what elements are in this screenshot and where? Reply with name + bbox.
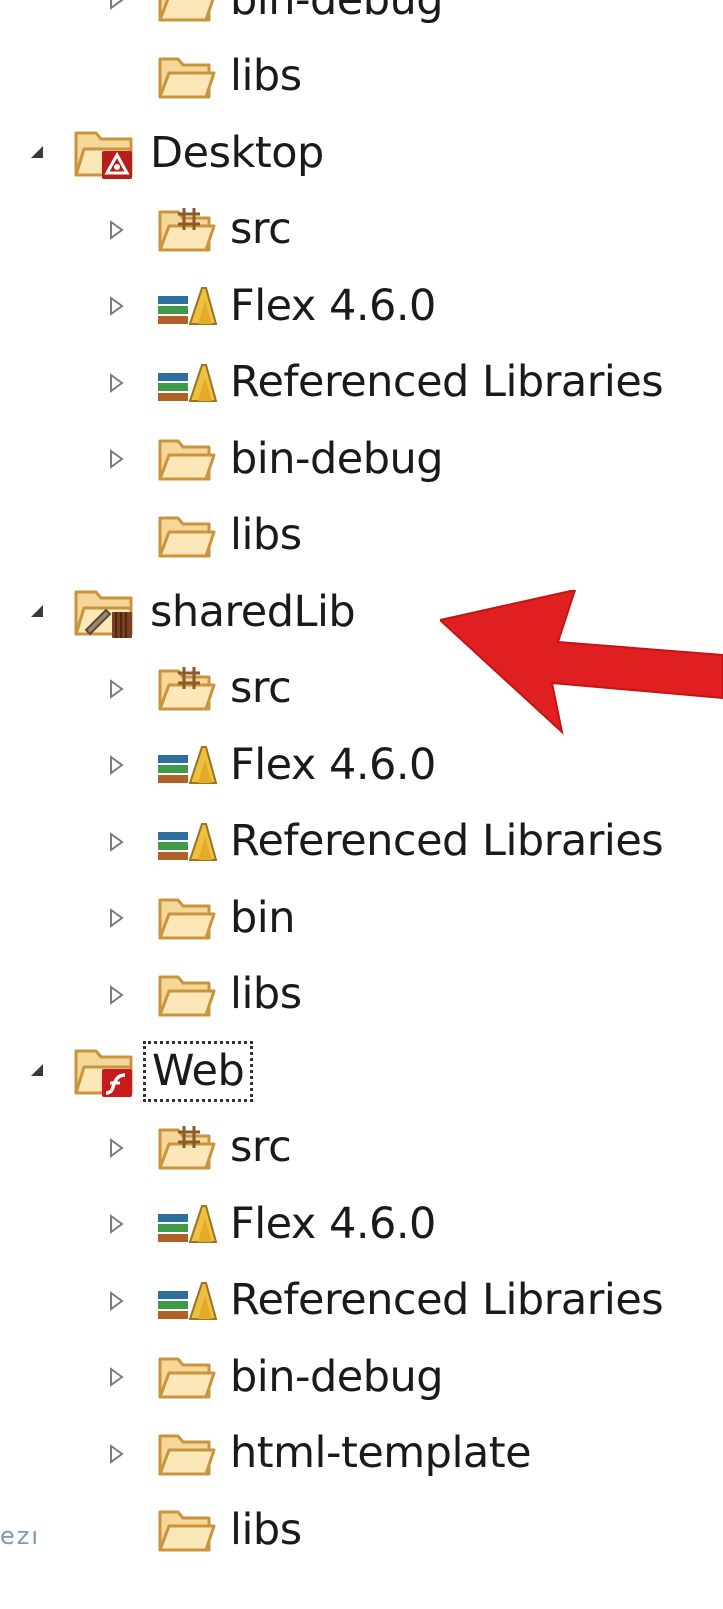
collapsed-arrow-icon[interactable] <box>100 286 132 326</box>
tree-item-label: sharedLib <box>150 586 356 637</box>
source-folder-icon <box>154 202 218 258</box>
expanded-arrow-icon[interactable] <box>22 1051 54 1091</box>
tree-item[interactable]: bin-debug <box>0 421 723 498</box>
tree-item-label: Referenced Libraries <box>230 357 664 408</box>
tree-item[interactable]: src <box>0 1110 723 1187</box>
collapsed-arrow-icon[interactable] <box>100 1434 132 1474</box>
tree-item-label: Referenced Libraries <box>230 816 664 867</box>
expanded-arrow-icon[interactable] <box>22 592 54 632</box>
tree-item-label: Flex 4.6.0 <box>230 280 436 331</box>
folder-icon <box>154 49 218 105</box>
tree-item[interactable]: bin-debug <box>0 1339 723 1416</box>
library-icon <box>154 278 218 334</box>
flex-project-icon <box>72 1043 136 1099</box>
tree-item[interactable]: src <box>0 192 723 269</box>
source-folder-icon <box>154 661 218 717</box>
tree-item[interactable]: libs <box>0 39 723 116</box>
expanded-arrow-icon[interactable] <box>22 133 54 173</box>
air-project-icon <box>72 125 136 181</box>
tree-item[interactable]: Flex 4.6.0 <box>0 1186 723 1263</box>
tree-item[interactable]: libs <box>0 1492 723 1569</box>
folder-icon <box>154 1426 218 1482</box>
collapsed-arrow-icon[interactable] <box>100 0 132 20</box>
tree-item-label: src <box>230 663 292 714</box>
tree-item[interactable]: bin <box>0 880 723 957</box>
tree-item[interactable]: Flex 4.6.0 <box>0 268 723 345</box>
library-icon <box>154 737 218 793</box>
tree-item-label: bin-debug <box>230 433 444 484</box>
folder-icon <box>154 0 218 28</box>
tree-item-label: bin-debug <box>230 1351 444 1402</box>
collapsed-arrow-icon[interactable] <box>100 1204 132 1244</box>
collapsed-arrow-icon[interactable] <box>100 1281 132 1321</box>
tree-item[interactable]: bin-debug <box>0 0 723 39</box>
collapsed-arrow-icon[interactable] <box>100 210 132 250</box>
tree-item[interactable]: libs <box>0 498 723 575</box>
folder-icon <box>154 1502 218 1558</box>
watermark: ezı <box>0 1522 41 1550</box>
tree-item-label: Web <box>142 1040 254 1102</box>
library-project-icon <box>72 584 136 640</box>
tree-item[interactable]: html-template <box>0 1416 723 1493</box>
tree-item-label: Desktop <box>150 127 324 178</box>
project-node-web[interactable]: Web <box>0 1033 723 1110</box>
tree-item-label: Flex 4.6.0 <box>230 739 436 790</box>
collapsed-arrow-icon[interactable] <box>100 439 132 479</box>
tree-item-label: src <box>230 1122 292 1173</box>
folder-icon <box>154 890 218 946</box>
collapsed-arrow-icon[interactable] <box>100 745 132 785</box>
tree-item[interactable]: Referenced Libraries <box>0 1263 723 1340</box>
tree-item-label: libs <box>230 51 302 102</box>
folder-icon <box>154 967 218 1023</box>
library-icon <box>154 1196 218 1252</box>
folder-icon <box>154 508 218 564</box>
tree-item-label: libs <box>230 510 302 561</box>
folder-icon <box>154 431 218 487</box>
project-node-desktop[interactable]: Desktop <box>0 115 723 192</box>
tree-item[interactable]: Referenced Libraries <box>0 804 723 881</box>
collapsed-arrow-icon[interactable] <box>100 669 132 709</box>
tree-item[interactable]: Referenced Libraries <box>0 345 723 422</box>
tree-item-label: Flex 4.6.0 <box>230 1198 436 1249</box>
collapsed-arrow-icon[interactable] <box>100 1357 132 1397</box>
tree-item-label: bin <box>230 892 296 943</box>
collapsed-arrow-icon[interactable] <box>100 1128 132 1168</box>
collapsed-arrow-icon[interactable] <box>100 975 132 1015</box>
tree-item-label: libs <box>230 969 302 1020</box>
tree-item-label: bin-debug <box>230 0 444 22</box>
collapsed-arrow-icon[interactable] <box>100 898 132 938</box>
collapsed-arrow-icon[interactable] <box>100 822 132 862</box>
red-arrow-icon <box>440 590 723 735</box>
source-folder-icon <box>154 1120 218 1176</box>
collapsed-arrow-icon[interactable] <box>100 363 132 403</box>
library-icon <box>154 355 218 411</box>
tree-item[interactable]: libs <box>0 957 723 1034</box>
library-icon <box>154 814 218 870</box>
folder-icon <box>154 1349 218 1405</box>
project-explorer-tree: bin-debug libs Desktop src Flex 4.6.0 Re… <box>0 0 723 1569</box>
tree-item-label: Referenced Libraries <box>230 1275 664 1326</box>
tree-item-label: src <box>230 204 292 255</box>
tree-item-label: libs <box>230 1504 302 1555</box>
library-icon <box>154 1273 218 1329</box>
tree-item-label: html-template <box>230 1428 532 1479</box>
